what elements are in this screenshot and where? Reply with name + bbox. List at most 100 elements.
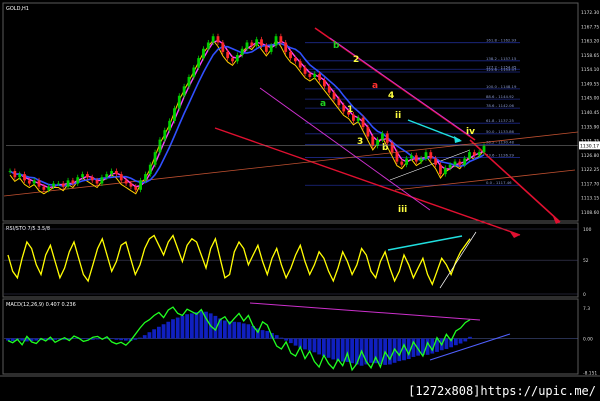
- candle-body: [115, 170, 118, 175]
- macd-tick-label: 7.3: [583, 306, 590, 312]
- fib-label: 61.8 - 1137.25: [486, 118, 515, 123]
- candle-body: [134, 186, 138, 190]
- macd-histogram-bar: [321, 338, 326, 357]
- macd-histogram-bar: [53, 338, 58, 340]
- candle-body: [110, 170, 113, 175]
- macd-histogram-bar: [402, 338, 406, 361]
- stoch-divergence-line: [387, 235, 463, 251]
- macd-divergence-line: [249, 302, 481, 321]
- candle-body: [18, 174, 22, 178]
- candle-body: [385, 133, 389, 143]
- candle-body: [216, 36, 220, 43]
- chart-stage: GOLD,H1 RSI/STO 7/5 3.5/8 MACD(12,26,9) …: [0, 2, 600, 377]
- candle-body: [332, 92, 336, 99]
- candle-body: [206, 42, 210, 49]
- candle-body: [245, 42, 249, 49]
- candle-body: [337, 98, 341, 106]
- candle-body: [202, 48, 205, 59]
- price-tick-label: 1117.70: [581, 181, 599, 187]
- candle-body: [144, 174, 147, 181]
- fib-label: 138.2 - 1157.15: [486, 56, 517, 61]
- macd-histogram-bar: [20, 338, 25, 341]
- candle-body: [463, 158, 467, 165]
- macd-histogram-bar: [444, 338, 449, 349]
- macd-histogram-bar: [274, 335, 279, 339]
- macd-histogram-bar: [72, 338, 76, 339]
- macd-histogram-bar: [326, 338, 331, 358]
- wave-labels: b2aa143biiiiiiv: [320, 41, 475, 215]
- macd-histogram-bar: [180, 315, 185, 339]
- stochastic-panel: 100 52 0: [4, 227, 592, 298]
- candle-body: [279, 36, 283, 43]
- macd-histogram-bar: [189, 313, 194, 339]
- macd-histogram-bar: [81, 338, 86, 339]
- macd-histogram-bar: [156, 326, 161, 339]
- candle-body: [226, 51, 230, 59]
- macd-histogram-bar: [369, 338, 373, 363]
- macd-histogram-bar: [171, 319, 175, 339]
- macd-tick-label: 0.00: [583, 337, 593, 343]
- watermark-text: [1272x808]https://upic.me/: [408, 384, 596, 398]
- candle-body: [458, 161, 462, 165]
- macd-histogram-bar: [246, 324, 251, 339]
- candle-body: [410, 155, 413, 159]
- fib-label: 100.0 - 1148.19: [486, 84, 517, 89]
- candle-body: [443, 167, 447, 175]
- candle-body: [182, 86, 186, 96]
- macd-histogram-bar: [6, 338, 10, 341]
- macd-histogram-bar: [331, 338, 336, 360]
- price-tick-label: 1113.15: [581, 196, 599, 202]
- candle-body: [482, 145, 486, 153]
- candle-body: [148, 164, 152, 175]
- candle-body: [187, 76, 191, 87]
- wave-label: a: [320, 99, 326, 109]
- candle-body: [477, 152, 481, 156]
- moving-averages: [9, 39, 485, 195]
- macd-tick-label: -8.151: [583, 371, 597, 377]
- candle-body: [90, 177, 94, 181]
- macd-histogram-bar: [279, 337, 284, 339]
- price-tick-label: 1135.90: [581, 124, 599, 130]
- trend-line: [469, 139, 561, 223]
- moving-average-line: [9, 39, 485, 189]
- macd-histogram-bar: [161, 324, 166, 339]
- price-tick-label: 1163.20: [581, 39, 599, 45]
- candle-body: [381, 133, 384, 140]
- candle-body: [240, 48, 244, 56]
- wave-label: b: [382, 143, 389, 153]
- macd-histogram-bar: [95, 338, 100, 340]
- macd-histogram-bar: [175, 317, 180, 339]
- candle-body: [313, 73, 317, 77]
- candle-body: [119, 174, 123, 181]
- candle-body: [153, 152, 157, 165]
- price-tick-label: 1108.60: [581, 210, 599, 216]
- wave-label: iii: [398, 205, 407, 215]
- macd-histogram-bar: [463, 338, 468, 342]
- price-tick-label: 1154.10: [581, 67, 599, 73]
- trend-line: [394, 169, 576, 191]
- candle-body: [56, 183, 60, 185]
- fib-label: 78.6 - 1142.06: [486, 103, 515, 108]
- stoch-main-line: [7, 234, 471, 286]
- candle-body: [235, 55, 239, 62]
- macd-histogram-bar: [260, 330, 265, 339]
- candle-body: [366, 127, 370, 137]
- candle-body: [260, 39, 263, 46]
- macd-histogram-bar: [336, 338, 340, 361]
- candle-body: [414, 155, 418, 162]
- candle-body: [352, 114, 355, 121]
- macd-histogram-bar: [350, 338, 355, 364]
- macd-histogram-bar: [138, 337, 142, 339]
- macd-histogram-bar: [312, 338, 317, 353]
- candle-body: [105, 174, 109, 178]
- macd-histogram-bar: [293, 338, 298, 346]
- candle-body: [124, 180, 128, 184]
- candle-body: [192, 67, 196, 77]
- candle-body: [32, 180, 36, 184]
- candle-body: [274, 36, 278, 46]
- candle-body: [308, 73, 312, 77]
- candle-body: [158, 139, 162, 153]
- candle-body: [139, 180, 142, 190]
- price-tick-label: 1158.65: [581, 53, 599, 59]
- fib-label: 123.6 - 1153.57: [486, 67, 517, 72]
